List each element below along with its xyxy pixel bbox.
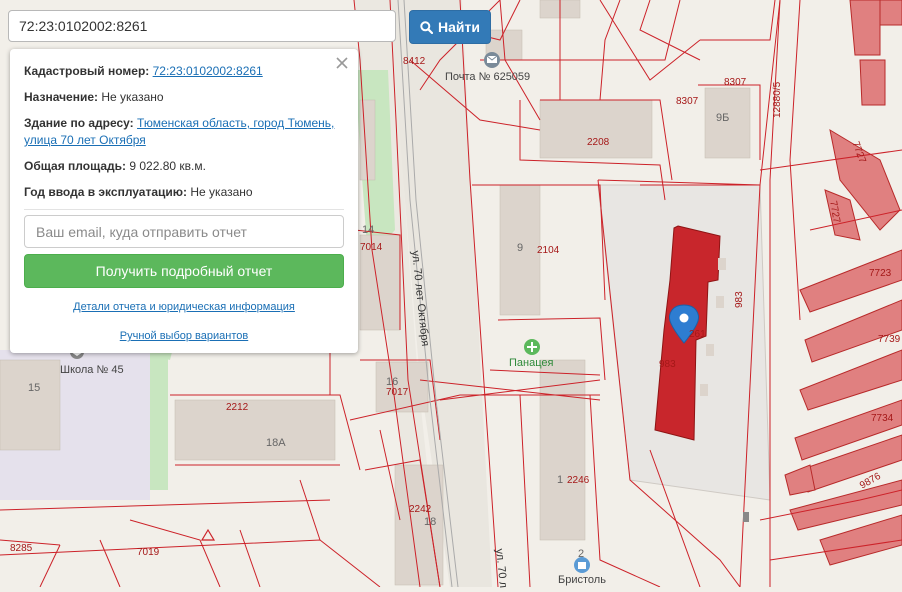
get-report-button[interactable]: Получить подробный отчет xyxy=(24,254,344,288)
building-number: 1 xyxy=(557,474,564,486)
building-number: 9 xyxy=(517,242,524,254)
divider xyxy=(24,209,344,210)
parcel-label: 983 xyxy=(659,359,676,370)
pharmacy-icon[interactable] xyxy=(524,339,540,355)
building-address-link[interactable]: Тюменская область, город Тюмень, xyxy=(137,116,334,130)
poi-label-post: Почта № 625059 xyxy=(445,71,531,83)
poi-label-pharmacy: Панацея xyxy=(509,357,554,369)
parcel-label: 8285 xyxy=(10,543,33,554)
post-office-icon[interactable] xyxy=(484,52,500,68)
purpose-value: Не указано xyxy=(101,90,164,104)
poi-label-school: Школа № 45 xyxy=(60,364,124,376)
cadastral-link[interactable]: 72:23:0102002:8261 xyxy=(153,64,263,78)
parcel-label: 8412 xyxy=(403,56,426,67)
parcel-label: 2212 xyxy=(226,402,249,413)
search-input[interactable] xyxy=(8,10,396,42)
purpose-row: Назначение: Не указано xyxy=(24,89,344,106)
building-number: 9Б xyxy=(716,112,730,124)
manual-link-wrap: Ручной выбор вариантов xyxy=(10,330,358,342)
building-number: 18 xyxy=(424,516,437,528)
parcel-label: 7739 xyxy=(878,334,901,345)
details-link-wrap: Детали отчета и юридическая информация xyxy=(10,301,358,313)
year-label: Год ввода в эксплуатацию: xyxy=(24,185,188,199)
transit-icon xyxy=(743,512,749,522)
building-number: 2 xyxy=(578,548,585,560)
details-link[interactable]: Детали отчета и юридическая информация xyxy=(73,301,295,313)
building-number: 18А xyxy=(266,437,286,449)
get-report-button-label: Получить подробный отчет xyxy=(95,263,273,279)
area-row: Общая площадь: 9 022.80 кв.м. xyxy=(24,158,344,175)
year-value: Не указано xyxy=(190,185,253,199)
building-address-link-line2[interactable]: улица 70 лет Октября xyxy=(24,133,146,147)
search-button-label: Найти xyxy=(438,19,480,35)
purpose-label: Назначение: xyxy=(24,90,99,104)
parcel-label: 2246 xyxy=(567,475,590,486)
area-value: 9 022.80 кв.м. xyxy=(129,159,206,173)
building-label: Здание по адресу: xyxy=(24,116,134,130)
poi-label-shop: Бристоль xyxy=(558,574,606,586)
email-input[interactable] xyxy=(24,215,344,248)
building-number: 16 xyxy=(386,376,399,388)
parcel-label: 983 xyxy=(734,291,745,308)
parcel-label: 7014 xyxy=(360,242,383,253)
parcel-label: 2242 xyxy=(409,504,432,515)
parcel-label: 2104 xyxy=(537,245,560,256)
cadastral-label: Кадастровый номер: xyxy=(24,64,150,78)
parcel-label: 8307 xyxy=(676,96,699,107)
search-button[interactable]: Найти xyxy=(409,10,491,44)
parcel-label: 7017 xyxy=(386,387,409,398)
parcel-label: 7019 xyxy=(137,547,160,558)
manual-select-link[interactable]: Ручной выбор вариантов xyxy=(120,330,248,342)
building-row: Здание по адресу: Тюменская область, гор… xyxy=(24,115,344,149)
cadastral-row: Кадастровый номер: 72:23:0102002:8261 xyxy=(24,63,344,80)
building-number: 15 xyxy=(28,382,41,394)
info-panel: Кадастровый номер: 72:23:0102002:8261 На… xyxy=(10,49,358,353)
area-label: Общая площадь: xyxy=(24,159,127,173)
search-icon xyxy=(420,20,434,34)
building-number: 14 xyxy=(362,224,375,236)
parcel-label: 261 xyxy=(689,329,706,340)
parcel-label: 7723 xyxy=(869,268,892,279)
parcel-label: 2208 xyxy=(587,137,610,148)
parcel-label: 7734 xyxy=(871,413,894,424)
parcel-label: 12880/5 xyxy=(772,81,783,118)
parcel-label: 8307 xyxy=(724,77,747,88)
year-row: Год ввода в эксплуатацию: Не указано xyxy=(24,184,344,201)
